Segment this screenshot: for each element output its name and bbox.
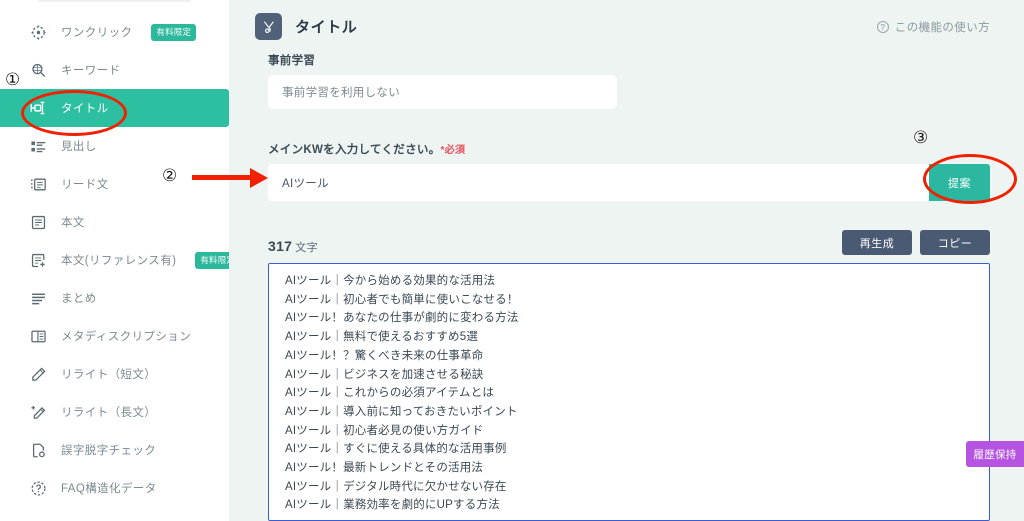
sidebar-item-label: FAQ構造化データ [61, 483, 157, 495]
regenerate-button[interactable]: 再生成 [842, 230, 912, 255]
result-line: AIツール｜無料で使えるおすすめ5選 [285, 331, 479, 344]
result-line: AIツール！あなたの仕事が劇的に変わる方法 [285, 312, 519, 325]
sidebar-nav: ワンクリック 有料限定 キーワード タイトル 見出し リード文 本文 本文(リフ… [0, 0, 229, 507]
result-line: AIツール｜初心者必見の使い方ガイド [285, 424, 484, 437]
sidebar-item-keyword[interactable]: キーワード [0, 51, 229, 89]
sidebar-item-label: 誤字脱字チェック [61, 445, 157, 457]
result-textarea[interactable]: AIツール｜今から始める効果的な活用法 AIツール｜初心者でも簡単に使いこなせる… [268, 263, 990, 521]
sidebar-item-title[interactable]: タイトル [0, 89, 229, 127]
lead-text-icon [28, 174, 48, 194]
pretraining-selected-value: 事前学習を利用しない [282, 87, 400, 99]
paid-badge: 有料限定 [151, 23, 197, 41]
one-click-icon [28, 22, 48, 42]
result-line: AIツール｜これからの必須アイテムとは [285, 387, 495, 400]
result-line: AIツール｜今から始める効果的な活用法 [285, 275, 496, 287]
sidebar-item-label: 見出し [61, 141, 97, 153]
app-root: ワンクリック 有料限定 キーワード タイトル 見出し リード文 本文 本文(リフ… [0, 0, 1024, 521]
main-content: タイトル ? この機能の使い方 事前学習 事前学習を利用しない メインKWを入力… [229, 0, 1024, 521]
help-link[interactable]: ? この機能の使い方 [876, 19, 990, 35]
character-count: 317 文字 [268, 238, 318, 255]
heading-list-icon [28, 136, 48, 156]
summary-lines-icon [28, 288, 48, 308]
sidebar-item-proofread[interactable]: 誤字脱字チェック [0, 431, 229, 469]
body-reference-icon [28, 250, 48, 270]
pretraining-select[interactable]: 事前学習を利用しない [268, 75, 617, 109]
question-circle-icon: ? [876, 20, 889, 33]
main-kw-label-text: メインKWを入力してください。 [268, 144, 441, 156]
history-keep-button[interactable]: 履歴保持 [966, 441, 1024, 467]
sidebar-item-faq-structured-data[interactable]: FAQ構造化データ [0, 469, 229, 507]
sidebar-item-label: リライト（短文） [61, 369, 157, 381]
sidebar-item-label: リード文 [61, 179, 109, 191]
sidebar-item-label: リライト（長文） [61, 407, 157, 419]
title-tool-icon [255, 13, 282, 40]
sidebar-item-label: キーワード [61, 65, 121, 77]
proofread-document-icon [28, 440, 48, 460]
page-title: タイトル [295, 19, 358, 36]
main-kw-input[interactable]: AIツール [268, 164, 929, 201]
paid-badge: 有料限定 [195, 251, 229, 269]
result-line: AIツール！最新トレンドとその活用法 [285, 462, 484, 475]
sidebar-item-one-click[interactable]: ワンクリック 有料限定 [0, 13, 229, 51]
sidebar-item-rewrite-long[interactable]: リライト（長文） [0, 393, 229, 431]
keyword-search-icon [28, 60, 48, 80]
sidebar: ワンクリック 有料限定 キーワード タイトル 見出し リード文 本文 本文(リフ… [0, 0, 229, 521]
help-link-label: この機能の使い方 [894, 21, 990, 34]
pretraining-label: 事前学習 [268, 55, 316, 67]
meta-description-icon [28, 326, 48, 346]
sidebar-item-label: 本文(リファレンス有) [61, 255, 177, 267]
result-actions: 再生成 コピー [842, 230, 990, 255]
sidebar-item-summary[interactable]: まとめ [0, 279, 229, 317]
result-line: AIツール｜初心者でも簡単に使いこなせる！ [285, 293, 519, 306]
result-line: AIツール｜ビジネスを加速させる秘訣 [285, 368, 484, 381]
result-line: AIツール｜業務効率を劇的にUPする方法 [285, 499, 500, 512]
required-mark: *必須 [440, 145, 466, 156]
main-kw-value: AIツール [282, 177, 329, 190]
sidebar-item-lead[interactable]: リード文 [0, 165, 229, 203]
pencil-icon [28, 364, 48, 384]
body-text-icon [28, 212, 48, 232]
sidebar-item-rewrite-short[interactable]: リライト（短文） [0, 355, 229, 393]
result-line: AIツール｜デジタル時代に欠かせない存在 [285, 480, 507, 493]
sidebar-top-divider [37, 0, 192, 2]
sidebar-item-body-reference[interactable]: 本文(リファレンス有) 有料限定 [0, 241, 229, 279]
result-toolbar: 317 文字 再生成 コピー [268, 227, 990, 255]
sidebar-item-body[interactable]: 本文 [0, 203, 229, 241]
magic-pencil-icon [28, 402, 48, 422]
character-count-value: 317 [268, 238, 293, 254]
sidebar-item-heading[interactable]: 見出し [0, 127, 229, 165]
sidebar-item-label: まとめ [61, 293, 97, 305]
title-icon [28, 98, 48, 118]
suggest-button[interactable]: 提案 [929, 164, 990, 201]
page-header: タイトル ? この機能の使い方 [255, 0, 990, 44]
result-line: AIツール｜導入前に知っておきたいポイント [285, 405, 518, 418]
sidebar-item-label: タイトル [61, 103, 109, 115]
sidebar-item-meta-description[interactable]: メタディスクリプション [0, 317, 229, 355]
character-count-unit: 文字 [295, 242, 318, 254]
copy-button[interactable]: コピー [920, 230, 990, 255]
faq-question-icon [28, 478, 48, 498]
result-line: AIツール｜すぐに使える具体的な活用事例 [285, 443, 507, 456]
main-kw-row: AIツール 提案 [268, 164, 990, 201]
sidebar-item-label: メタディスクリプション [61, 331, 192, 343]
sidebar-item-label: 本文 [61, 217, 85, 229]
main-kw-label: メインKWを入力してください。*必須 [268, 141, 990, 157]
sidebar-item-label: ワンクリック [61, 27, 133, 39]
result-line: AIツール！？驚くべき未来の仕事革命 [285, 349, 484, 362]
